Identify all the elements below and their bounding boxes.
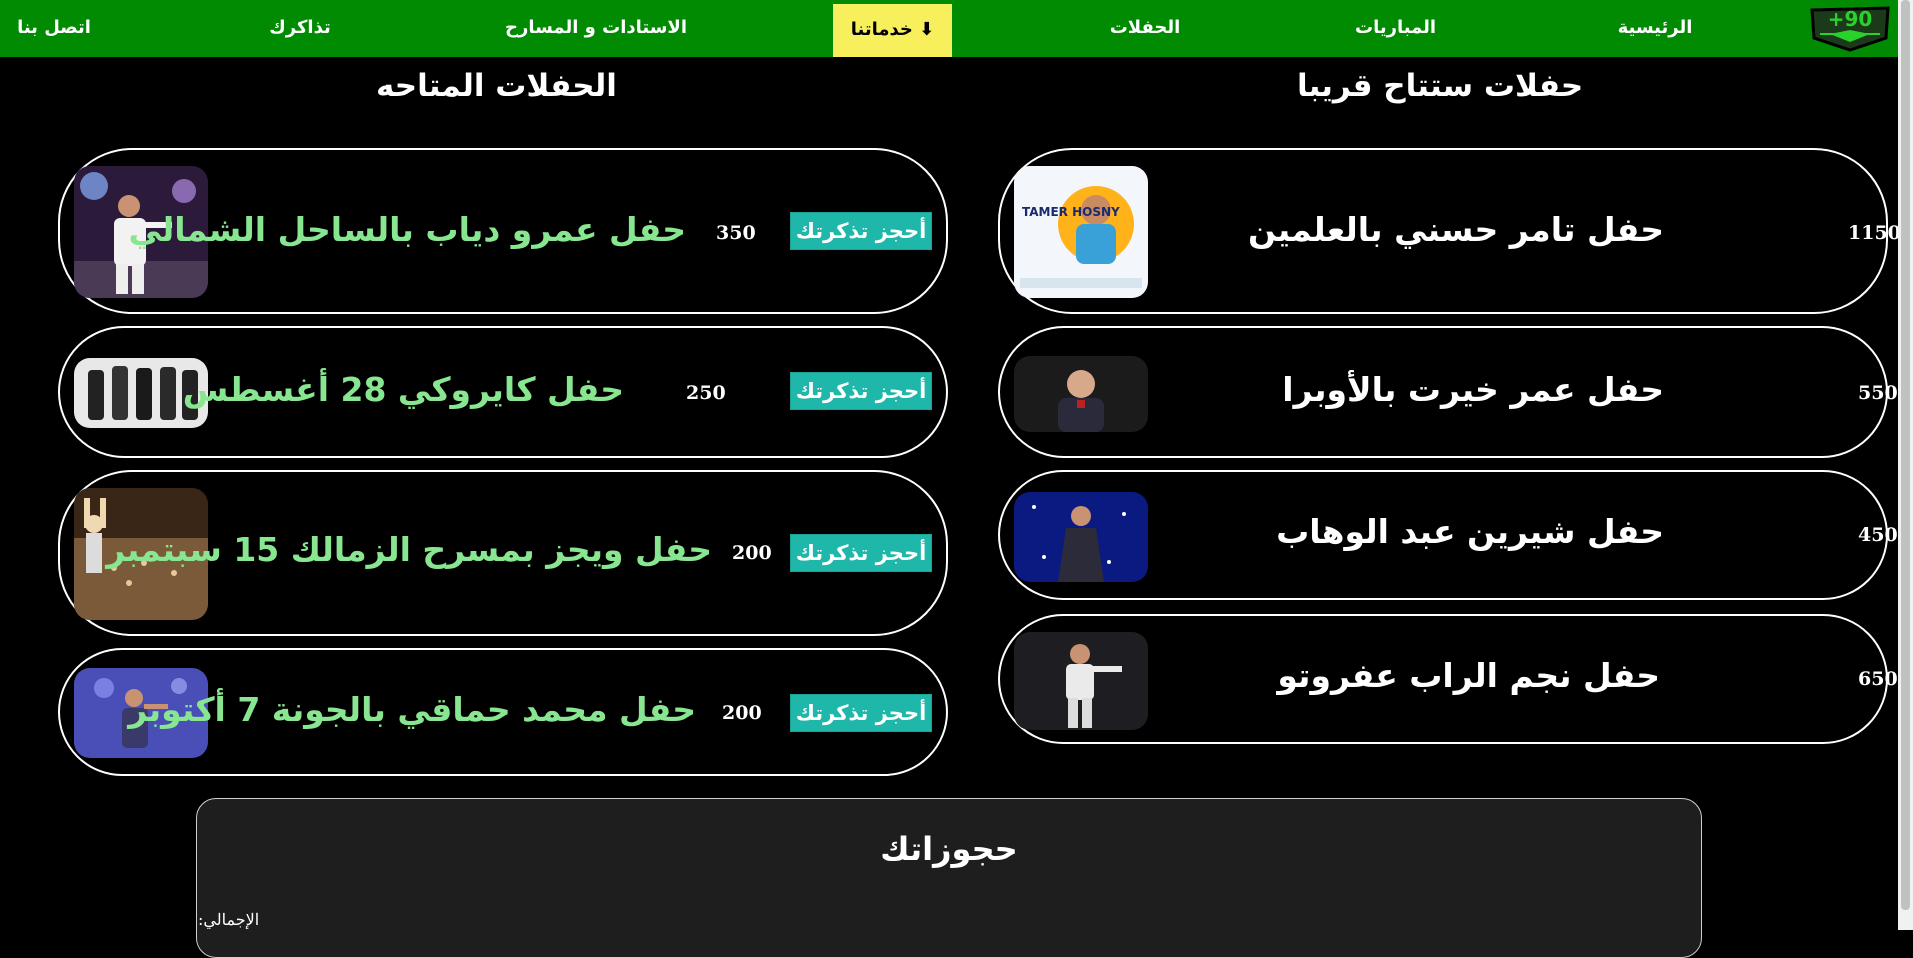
concert-price: 200 [732,542,772,564]
concert-price: 250 [686,382,726,404]
top-nav: اتصل بنا تذاكرك الاستادات و المسارح خدما… [0,0,1898,57]
concert-price: 550 [1858,382,1898,404]
logo-text: +90 [1828,7,1873,31]
nav-matches[interactable]: المباريات [1355,0,1436,57]
coming-concert-card: حفل عمر خيرت بالأوبرا 550 [998,326,1898,458]
nav-services-dropdown[interactable]: خدماتنا ⬇ [833,4,952,57]
tamer-hosny-poster: TAMER HOSNY [1014,166,1148,298]
concert-title: حفل ويجز بمسرح الزمالك 15 سبتمبر [106,530,712,569]
nav-home[interactable]: الرئيسية [1610,0,1700,57]
page-scrollbar[interactable] [1898,0,1913,930]
available-concerts-title: الحفلات المتاحه [376,68,617,104]
coming-concert-card: حفل نجم الراب عفروتو 650 [998,614,1898,744]
afroto-image [1014,632,1148,730]
book-ticket-button[interactable]: أحجز تذكرتك [790,534,932,572]
concert-title: حفل كايروكي 28 أغسطس [182,370,624,409]
concert-price: 200 [722,702,762,724]
concert-price: 450 [1858,524,1898,546]
sherine-image [1014,492,1148,582]
nav-tickets[interactable]: تذاكرك [260,0,340,57]
book-ticket-button[interactable]: أحجز تذكرتك [790,212,932,250]
coming-concerts-title: حفلات ستتاح قريبا [1297,68,1584,104]
site-logo[interactable]: +90 [1808,2,1892,52]
scrollbar-thumb[interactable] [1901,0,1910,910]
concert-price: 1150 [1848,222,1901,244]
concert-price: 350 [716,222,756,244]
book-ticket-button[interactable]: أحجز تذكرتك [790,694,932,732]
concert-card: حفل محمد حماقي بالجونة 7 أكتوبر 200 أحجز… [58,648,948,776]
total-label: الإجمالي: [198,910,260,929]
nav-concerts[interactable]: الحفلات [1100,0,1190,57]
poster-text: TAMER HOSNY [1022,205,1120,219]
coming-concert-card: TAMER HOSNY حفل تامر حسني بالعلمين 1150 [998,148,1901,314]
nav-venues[interactable]: الاستادات و المسارح [505,0,687,57]
concert-title: حفل محمد حماقي بالجونة 7 أكتوبر [128,690,696,729]
concert-title: حفل تامر حسني بالعلمين [1248,210,1664,249]
concert-title: حفل شيرين عبد الوهاب [1276,512,1664,551]
omar-khairat-image [1014,356,1148,432]
concert-title: حفل عمر خيرت بالأوبرا [1282,370,1664,409]
concert-title: حفل عمرو دياب بالساحل الشمالي [128,210,687,249]
concert-price: 650 [1858,668,1898,690]
coming-concert-card: حفل شيرين عبد الوهاب 450 [998,470,1898,600]
concert-card: حفل ويجز بمسرح الزمالك 15 سبتمبر 200 أحج… [58,470,948,636]
concert-title: حفل نجم الراب عفروتو [1277,656,1660,695]
bookings-title: حجوزاتك [880,830,1018,868]
concert-card: حفل كايروكي 28 أغسطس 250 أحجز تذكرتك [58,326,948,458]
concert-card: حفل عمرو دياب بالساحل الشمالي 350 أحجز ت… [58,148,948,314]
nav-contact[interactable]: اتصل بنا [14,0,94,57]
book-ticket-button[interactable]: أحجز تذكرتك [790,372,932,410]
bookings-panel [196,798,1702,958]
